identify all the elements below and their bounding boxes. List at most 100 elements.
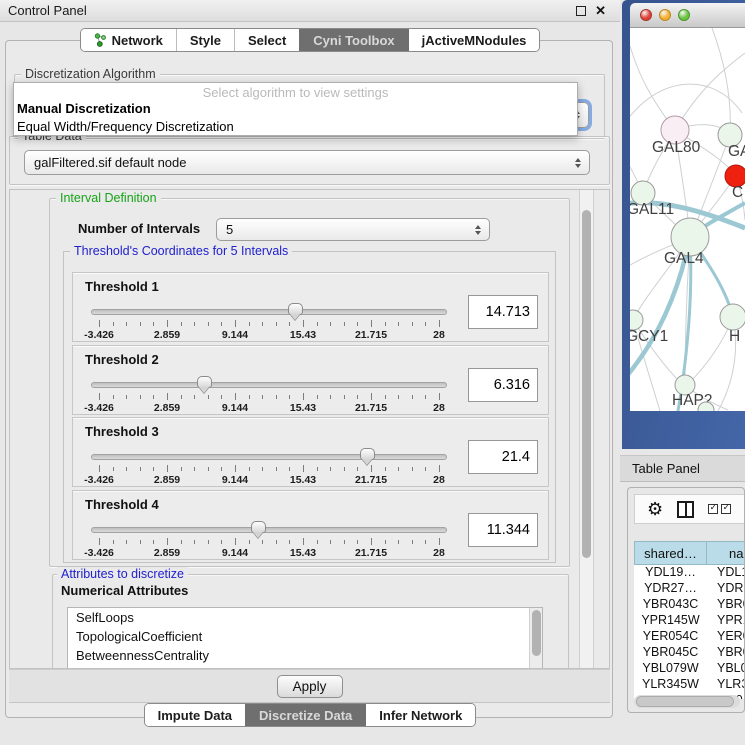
attribute-list-item[interactable]: BetweennessCentrality: [68, 646, 542, 665]
slider-track[interactable]: [91, 309, 447, 315]
settings-scrollbar-thumb[interactable]: [582, 210, 591, 558]
table-row[interactable]: YLR345WYLR3: [634, 677, 745, 693]
tab-style[interactable]: Style: [176, 29, 234, 51]
number-of-intervals-combobox[interactable]: 5: [216, 218, 490, 241]
table-row[interactable]: YBR045CYBR0: [634, 645, 745, 661]
slider-tick: [412, 322, 413, 326]
zoom-traffic-light-icon[interactable]: [678, 9, 690, 21]
slider-tick: [181, 322, 182, 326]
threshold-value-field[interactable]: [468, 440, 538, 474]
threshold-slider[interactable]: -3.4262.8599.14415.4321.71528: [91, 521, 447, 559]
slider-tick: [344, 540, 345, 544]
slider-tick: [425, 395, 426, 399]
apply-strip: Apply: [9, 669, 610, 703]
gear-icon[interactable]: ⚙: [647, 500, 663, 518]
slider-tick: [99, 538, 100, 545]
tab-impute-data[interactable]: Impute Data: [145, 704, 245, 726]
cell-shared-name: YBR043C: [634, 597, 707, 613]
tab-label: Network: [112, 33, 163, 48]
float-panel-icon[interactable]: [576, 6, 586, 16]
attribute-list-item[interactable]: SelfLoops: [68, 608, 542, 627]
slider-tick-label: -3.426: [84, 402, 114, 414]
tab-infer-network[interactable]: Infer Network: [365, 704, 475, 726]
tab-network[interactable]: Network: [81, 29, 176, 51]
slider-tick: [262, 322, 263, 326]
slider-tick-label: 21.715: [355, 547, 387, 559]
checkbox-icon[interactable]: [708, 504, 718, 514]
thresholds-group-title: Threshold's Coordinates for 5 Intervals: [70, 244, 292, 258]
cell-shared-name: YBR045C: [634, 645, 707, 661]
discretization-algorithm-group-title: Discretization Algorithm: [21, 67, 160, 81]
table-horizontal-scrollbar-thumb[interactable]: [636, 696, 734, 707]
slider-tick: [425, 467, 426, 471]
network-window-titlebar[interactable]: [630, 3, 745, 28]
table-row[interactable]: YER054CYER0: [634, 629, 745, 645]
tab-cyni-toolbox[interactable]: Cyni Toolbox: [299, 29, 407, 51]
slider-thumb[interactable]: [251, 521, 266, 533]
apply-button[interactable]: Apply: [277, 675, 343, 698]
tab-discretize-data[interactable]: Discretize Data: [245, 704, 365, 726]
close-traffic-light-icon[interactable]: [640, 9, 652, 21]
slider-tick: [439, 320, 440, 327]
table-row[interactable]: YBR043CYBR0: [634, 597, 745, 613]
slider-track[interactable]: [91, 382, 447, 388]
slider-tick: [425, 322, 426, 326]
slider-tick: [167, 538, 168, 545]
slider-tick-label: 9.144: [222, 329, 248, 341]
tab-jactivemnodules[interactable]: jActiveMNodules: [408, 29, 540, 51]
algorithm-option-manual-discretization[interactable]: Manual Discretization: [14, 100, 577, 118]
slider-tick: [249, 322, 250, 326]
table-panel-title: Table Panel: [620, 461, 700, 476]
slider-tick: [167, 320, 168, 327]
cell-name: YPR1: [707, 613, 745, 629]
column-header-name[interactable]: na: [707, 541, 745, 565]
close-panel-icon[interactable]: ✕: [595, 6, 606, 16]
network-node-h[interactable]: [720, 304, 745, 330]
attribute-list-item[interactable]: TopologicalCoefficient: [68, 627, 542, 646]
network-node-gcy1[interactable]: [630, 310, 643, 330]
slider-tick: [385, 540, 386, 544]
attributes-list-scrollbar[interactable]: [529, 608, 542, 669]
threshold-slider[interactable]: -3.4262.8599.14415.4321.71528: [91, 303, 447, 341]
slider-tick: [126, 540, 127, 544]
slider-tick: [276, 395, 277, 399]
slider-thumb[interactable]: [197, 376, 212, 388]
slider-tick: [181, 467, 182, 471]
table-horizontal-scrollbar[interactable]: [634, 695, 740, 708]
tab-label: Impute Data: [158, 708, 232, 723]
threshold-slider[interactable]: -3.4262.8599.14415.4321.71528: [91, 376, 447, 414]
slider-thumb[interactable]: [360, 448, 375, 460]
settings-scrollbar[interactable]: [579, 190, 594, 668]
table-row[interactable]: YDR27…YDR2: [634, 581, 745, 597]
threshold-slider[interactable]: -3.4262.8599.14415.4321.71528: [91, 448, 447, 486]
slider-track[interactable]: [91, 454, 447, 460]
slider-tick: [303, 538, 304, 545]
network-canvas[interactable]: GAL80GALCGAL11GAL4GCY1HHAP2: [630, 28, 745, 411]
threshold-value-field[interactable]: [468, 368, 538, 402]
slider-track[interactable]: [91, 527, 447, 533]
column-header-shared-name[interactable]: shared…: [634, 541, 707, 565]
tab-select[interactable]: Select: [234, 29, 299, 51]
node-table: shared… na YDL19…YDL1YDR27…YDR2YBR043CYB…: [634, 541, 745, 699]
slider-tick: [249, 395, 250, 399]
threshold-value-field[interactable]: [468, 295, 538, 329]
table-row[interactable]: YPR145WYPR1: [634, 613, 745, 629]
minimize-traffic-light-icon[interactable]: [659, 9, 671, 21]
algorithm-option-equal-width-frequency[interactable]: Equal Width/Frequency Discretization: [14, 118, 577, 136]
slider-thumb[interactable]: [288, 303, 303, 315]
slider-tick: [398, 540, 399, 544]
checkbox-icon[interactable]: [721, 504, 731, 514]
slider-tick: [140, 395, 141, 399]
table-row[interactable]: YDL19…YDL1: [634, 565, 745, 581]
checkbox-icons[interactable]: [708, 504, 731, 514]
threshold-value-field[interactable]: [468, 513, 538, 547]
table-row[interactable]: YBL079WYBL0: [634, 661, 745, 677]
slider-tick: [208, 395, 209, 399]
slider-tick-label: -3.426: [84, 329, 114, 341]
slider-tick: [289, 395, 290, 399]
columns-icon[interactable]: [677, 501, 694, 518]
table-data-combobox[interactable]: galFiltered.sif default node: [24, 150, 590, 175]
slider-tick: [126, 467, 127, 471]
slider-tick: [412, 540, 413, 544]
control-panel-titlebar: Control Panel ✕: [0, 0, 620, 22]
